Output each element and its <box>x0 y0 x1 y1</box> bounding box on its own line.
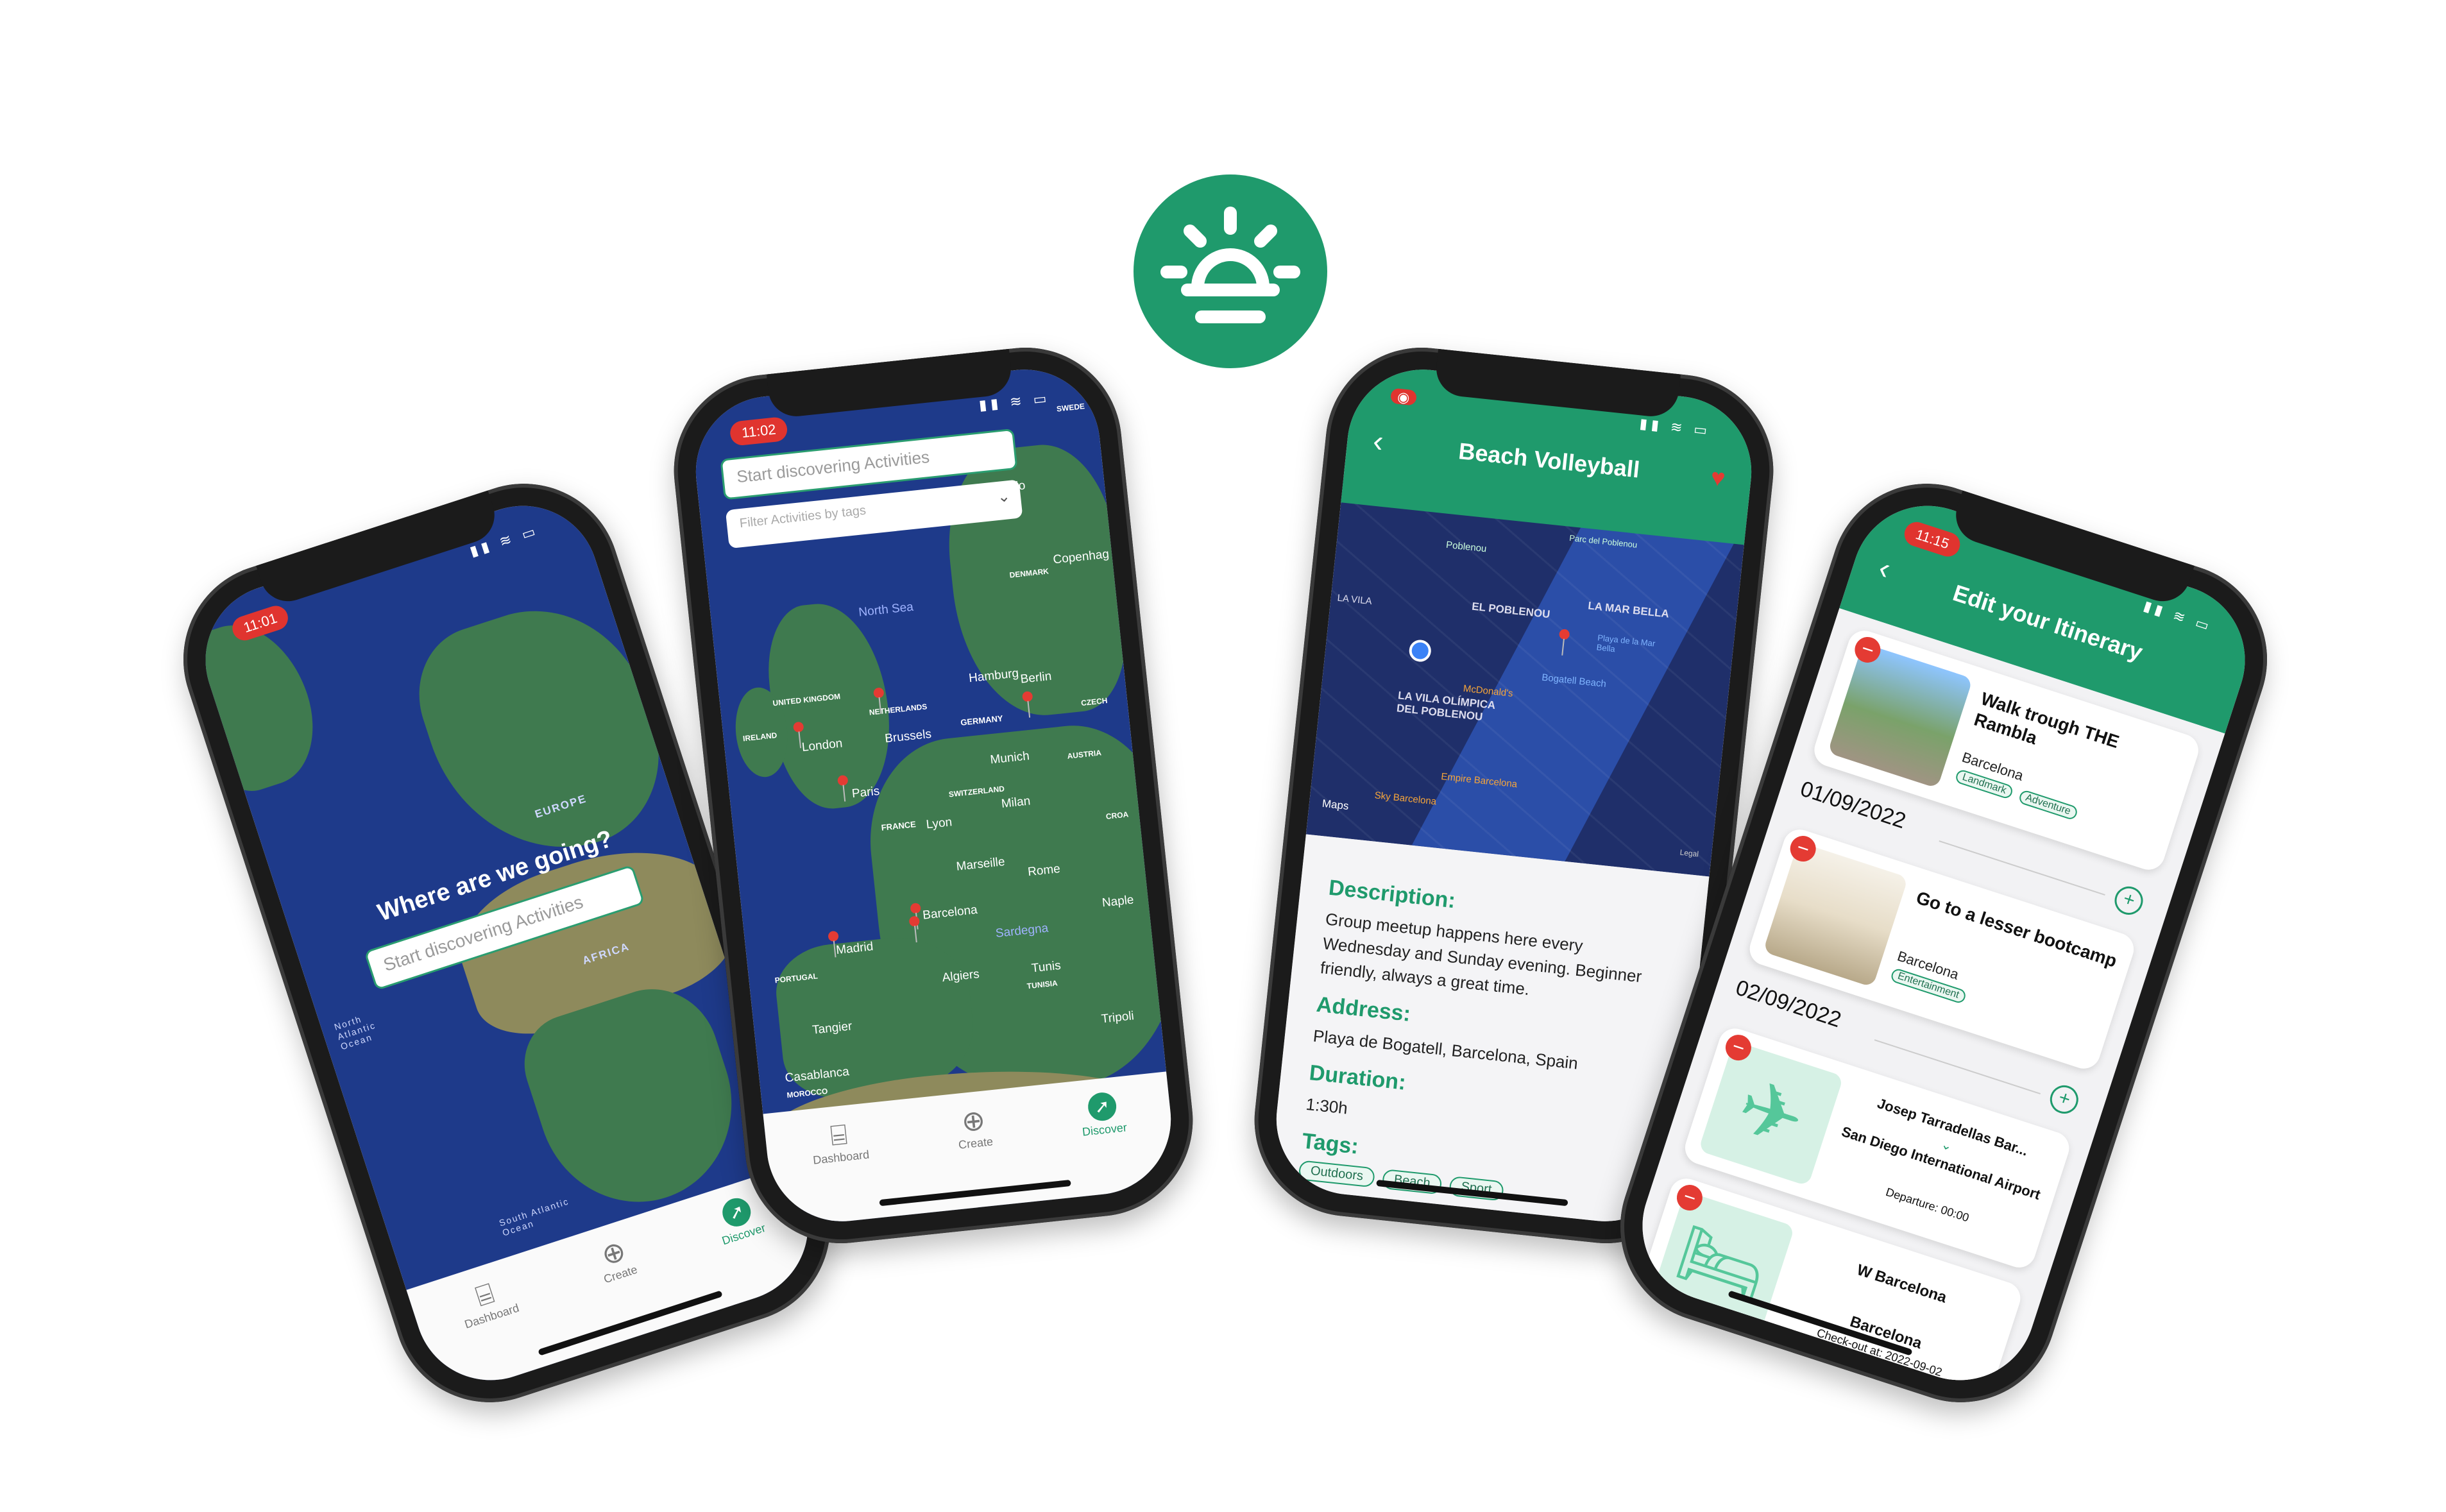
tab-label: Create <box>958 1135 994 1151</box>
phone-screen: UNITED KINGDOM IRELAND London Paris Brus… <box>688 362 1178 1229</box>
map-label: CZECH <box>1080 695 1108 708</box>
map-label: GERMANY <box>960 713 1004 727</box>
chevron-down-icon: ⌄ <box>996 487 1012 506</box>
tab-dashboard[interactable]: ⌸ Dashboard <box>454 1272 521 1332</box>
map-label: Brussels <box>884 727 932 746</box>
map-label-south-atlantic: South Atlantic Ocean <box>497 1196 570 1238</box>
tab-discover[interactable]: ➚ Discover <box>1078 1091 1128 1139</box>
map-pin[interactable] <box>828 930 839 942</box>
tab-create[interactable]: ⊕ Create <box>955 1104 994 1152</box>
map-label: North Sea <box>858 600 914 620</box>
briefcase-icon: ⌸ <box>471 1277 498 1313</box>
map-legal-link[interactable]: Legal <box>1679 848 1699 859</box>
plus-circle-icon: ⊕ <box>960 1104 987 1139</box>
apple-maps-logo: Maps <box>1321 797 1350 813</box>
map-label: Lyon <box>925 815 953 832</box>
tag-chip[interactable]: Outdoors <box>1298 1160 1376 1188</box>
map-label: SWEDE <box>1056 402 1085 414</box>
add-item-icon[interactable]: + <box>2046 1082 2082 1117</box>
favorite-heart-icon[interactable]: ♥ <box>1710 464 1727 493</box>
activity-thumbnail <box>1827 643 1973 789</box>
airplane-icon: ✈ <box>1698 1041 1844 1187</box>
tag-chip: Adventure <box>2017 788 2079 821</box>
phone-discover-europe: UNITED KINGDOM IRELAND London Paris Brus… <box>664 338 1203 1253</box>
add-item-icon[interactable]: + <box>2111 883 2147 919</box>
compass-icon: ➚ <box>1086 1091 1118 1123</box>
tab-label: Discover <box>1082 1121 1128 1139</box>
briefcase-icon: ⌸ <box>828 1119 849 1152</box>
activity-thumbnail <box>1763 842 1908 988</box>
tab-create[interactable]: ⊕ Create <box>593 1234 640 1286</box>
compass-icon: ➚ <box>718 1194 754 1230</box>
sunrise-icon <box>1160 207 1300 323</box>
map-label: Paris <box>851 784 881 801</box>
tab-dashboard[interactable]: ⌸ Dashboard <box>809 1117 870 1168</box>
tab-label: Dashboard <box>812 1148 871 1167</box>
map-label-north-atlantic: North Atlantic Ocean <box>332 1014 377 1052</box>
app-logo <box>1134 174 1327 368</box>
tag-filter-placeholder: Filter Activities by tags <box>738 503 867 531</box>
